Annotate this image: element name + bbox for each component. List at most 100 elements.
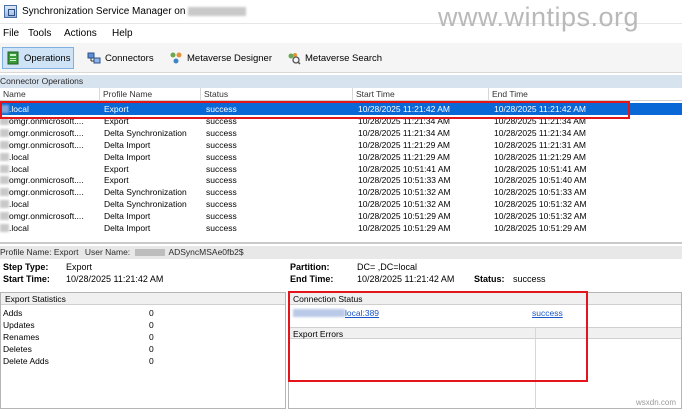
metaverse-search-icon <box>287 51 301 65</box>
connectors-icon <box>87 51 101 65</box>
cell-status: success <box>206 222 237 233</box>
stat-value-updates: 0 <box>149 320 154 330</box>
redacted-connector-name <box>0 140 9 149</box>
pane-splitter[interactable] <box>0 242 682 244</box>
stat-label-renames[interactable]: Renames <box>3 331 39 343</box>
redacted-connector-name <box>0 164 9 173</box>
redacted-user-domain <box>134 249 165 257</box>
profile-name-value: Export <box>53 247 79 257</box>
column-header-start-time[interactable]: Start Time <box>352 88 488 101</box>
cell-profile: Delta Import <box>104 222 151 233</box>
redacted-connector-name <box>0 211 9 220</box>
cell-end-time: 10/28/2025 11:21:34 AM <box>494 128 587 139</box>
table-row[interactable]: .local Delta Import success 10/28/2025 1… <box>0 222 682 234</box>
menu-tools[interactable]: Tools <box>28 28 51 39</box>
cell-status: success <box>206 187 237 198</box>
cell-status: success <box>206 163 237 174</box>
metaverse-designer-icon <box>169 51 183 65</box>
cell-profile: Delta Import <box>104 210 151 221</box>
stat-label-updates[interactable]: Updates <box>3 319 35 331</box>
table-row[interactable]: .local Delta Synchronization success 10/… <box>0 198 682 210</box>
cell-start-time: 10/28/2025 11:21:29 AM <box>358 151 451 162</box>
cell-end-time: 10/28/2025 10:51:32 AM <box>494 198 587 209</box>
metaverse-search-label: Metaverse Search <box>305 52 383 64</box>
cell-profile: Export <box>104 163 129 174</box>
stat-label-delete-adds[interactable]: Delete Adds <box>3 355 49 367</box>
menu-actions[interactable]: Actions <box>64 28 97 39</box>
stat-label-deletes[interactable]: Deletes <box>3 343 32 355</box>
metaverse-designer-label: Metaverse Designer <box>187 52 273 64</box>
cell-name: omgr.onmicrosoft.... <box>9 187 84 198</box>
start-time-label: Start Time: <box>3 274 50 284</box>
window-title: Synchronization Service Manager on <box>22 6 186 17</box>
grid-column-headers: Name Profile Name Status Start Time End … <box>0 88 682 101</box>
stat-label-adds[interactable]: Adds <box>3 307 22 319</box>
profile-name-label: Profile Name: <box>0 247 52 257</box>
table-row[interactable]: .local Export success 10/28/2025 10:51:4… <box>0 163 682 175</box>
operations-icon <box>6 51 20 65</box>
redacted-connector-name <box>0 176 9 185</box>
table-row[interactable]: .local Delta Import success 10/28/2025 1… <box>0 151 682 163</box>
selected-row-highlight <box>0 101 630 119</box>
table-row[interactable]: omgr.onmicrosoft.... Delta Import succes… <box>0 139 682 151</box>
sync-manager-app-icon <box>4 5 17 18</box>
status-label: Status: <box>474 274 505 284</box>
title-bar: Synchronization Service Manager on www.w… <box>0 0 682 32</box>
operations-label: Operations <box>24 52 71 64</box>
cell-status: success <box>206 139 237 150</box>
connectors-label: Connectors <box>105 52 154 64</box>
cell-name: .local <box>9 151 29 162</box>
cell-end-time: 10/28/2025 11:21:31 AM <box>494 139 587 150</box>
table-row[interactable]: omgr.onmicrosoft.... Export success 10/2… <box>0 174 682 186</box>
footer-watermark: wsxdn.com <box>636 398 677 407</box>
table-row[interactable]: omgr.onmicrosoft.... Delta Synchronizati… <box>0 186 682 198</box>
table-row[interactable]: omgr.onmicrosoft.... Delta Import succes… <box>0 210 682 222</box>
cell-start-time: 10/28/2025 10:51:29 AM <box>358 210 451 221</box>
column-header-end-time[interactable]: End Time <box>488 88 682 101</box>
table-row[interactable]: omgr.onmicrosoft.... Delta Synchronizati… <box>0 127 682 139</box>
stat-value-adds: 0 <box>149 308 154 318</box>
partition-value: DC= ,DC=local <box>357 262 418 272</box>
menu-file[interactable]: File <box>3 28 19 39</box>
redacted-connector-name <box>0 129 9 138</box>
metaverse-designer-button[interactable]: Metaverse Designer <box>166 47 275 69</box>
toolbar: Operations Connectors Metaverse Designer… <box>0 43 682 73</box>
stat-value-deletes: 0 <box>149 344 154 354</box>
cell-profile: Delta Import <box>104 139 151 150</box>
column-header-profile-name[interactable]: Profile Name <box>99 88 200 101</box>
cell-profile: Delta Synchronization <box>104 187 187 198</box>
connection-status-highlight <box>288 291 588 382</box>
column-header-name[interactable]: Name <box>0 88 99 101</box>
cell-name: .local <box>9 198 29 209</box>
redacted-connector-name <box>0 188 9 197</box>
cell-end-time: 10/28/2025 10:51:32 AM <box>494 210 587 221</box>
redacted-connector-name <box>0 223 9 232</box>
cell-start-time: 10/28/2025 11:21:34 AM <box>358 128 451 139</box>
status-value: success <box>513 274 546 284</box>
cell-status: success <box>206 198 237 209</box>
column-header-status[interactable]: Status <box>200 88 352 101</box>
cell-end-time: 10/28/2025 10:51:40 AM <box>494 175 587 186</box>
cell-end-time: 10/28/2025 10:51:33 AM <box>494 187 587 198</box>
metaverse-search-button[interactable]: Metaverse Search <box>284 47 385 69</box>
cell-start-time: 10/28/2025 10:51:41 AM <box>358 163 451 174</box>
cell-status: success <box>206 151 237 162</box>
menu-help[interactable]: Help <box>112 28 133 39</box>
menu-bar: File Tools Actions Help <box>0 26 682 42</box>
cell-name: omgr.onmicrosoft.... <box>9 139 84 150</box>
cell-status: success <box>206 175 237 186</box>
cell-profile: Delta Import <box>104 151 151 162</box>
connector-operations-header: Connector Operations <box>0 75 682 88</box>
cell-name: .local <box>9 163 29 174</box>
step-type-label: Step Type: <box>3 262 49 272</box>
cell-profile: Export <box>104 175 129 186</box>
cell-start-time: 10/28/2025 10:51:29 AM <box>358 222 451 233</box>
profile-info-bar: Profile Name: Export User Name: ADSyncMS… <box>0 246 682 259</box>
cell-name: omgr.onmicrosoft.... <box>9 210 84 221</box>
operations-button[interactable]: Operations <box>2 47 75 69</box>
user-name-value: ADSyncMSAe0fb2$ <box>168 247 244 257</box>
export-statistics-panel: Export Statistics Adds 0 Updates 0 Renam… <box>0 292 286 409</box>
cell-start-time: 10/28/2025 10:51:32 AM <box>358 198 451 209</box>
connectors-button[interactable]: Connectors <box>84 47 157 69</box>
stat-value-renames: 0 <box>149 332 154 342</box>
